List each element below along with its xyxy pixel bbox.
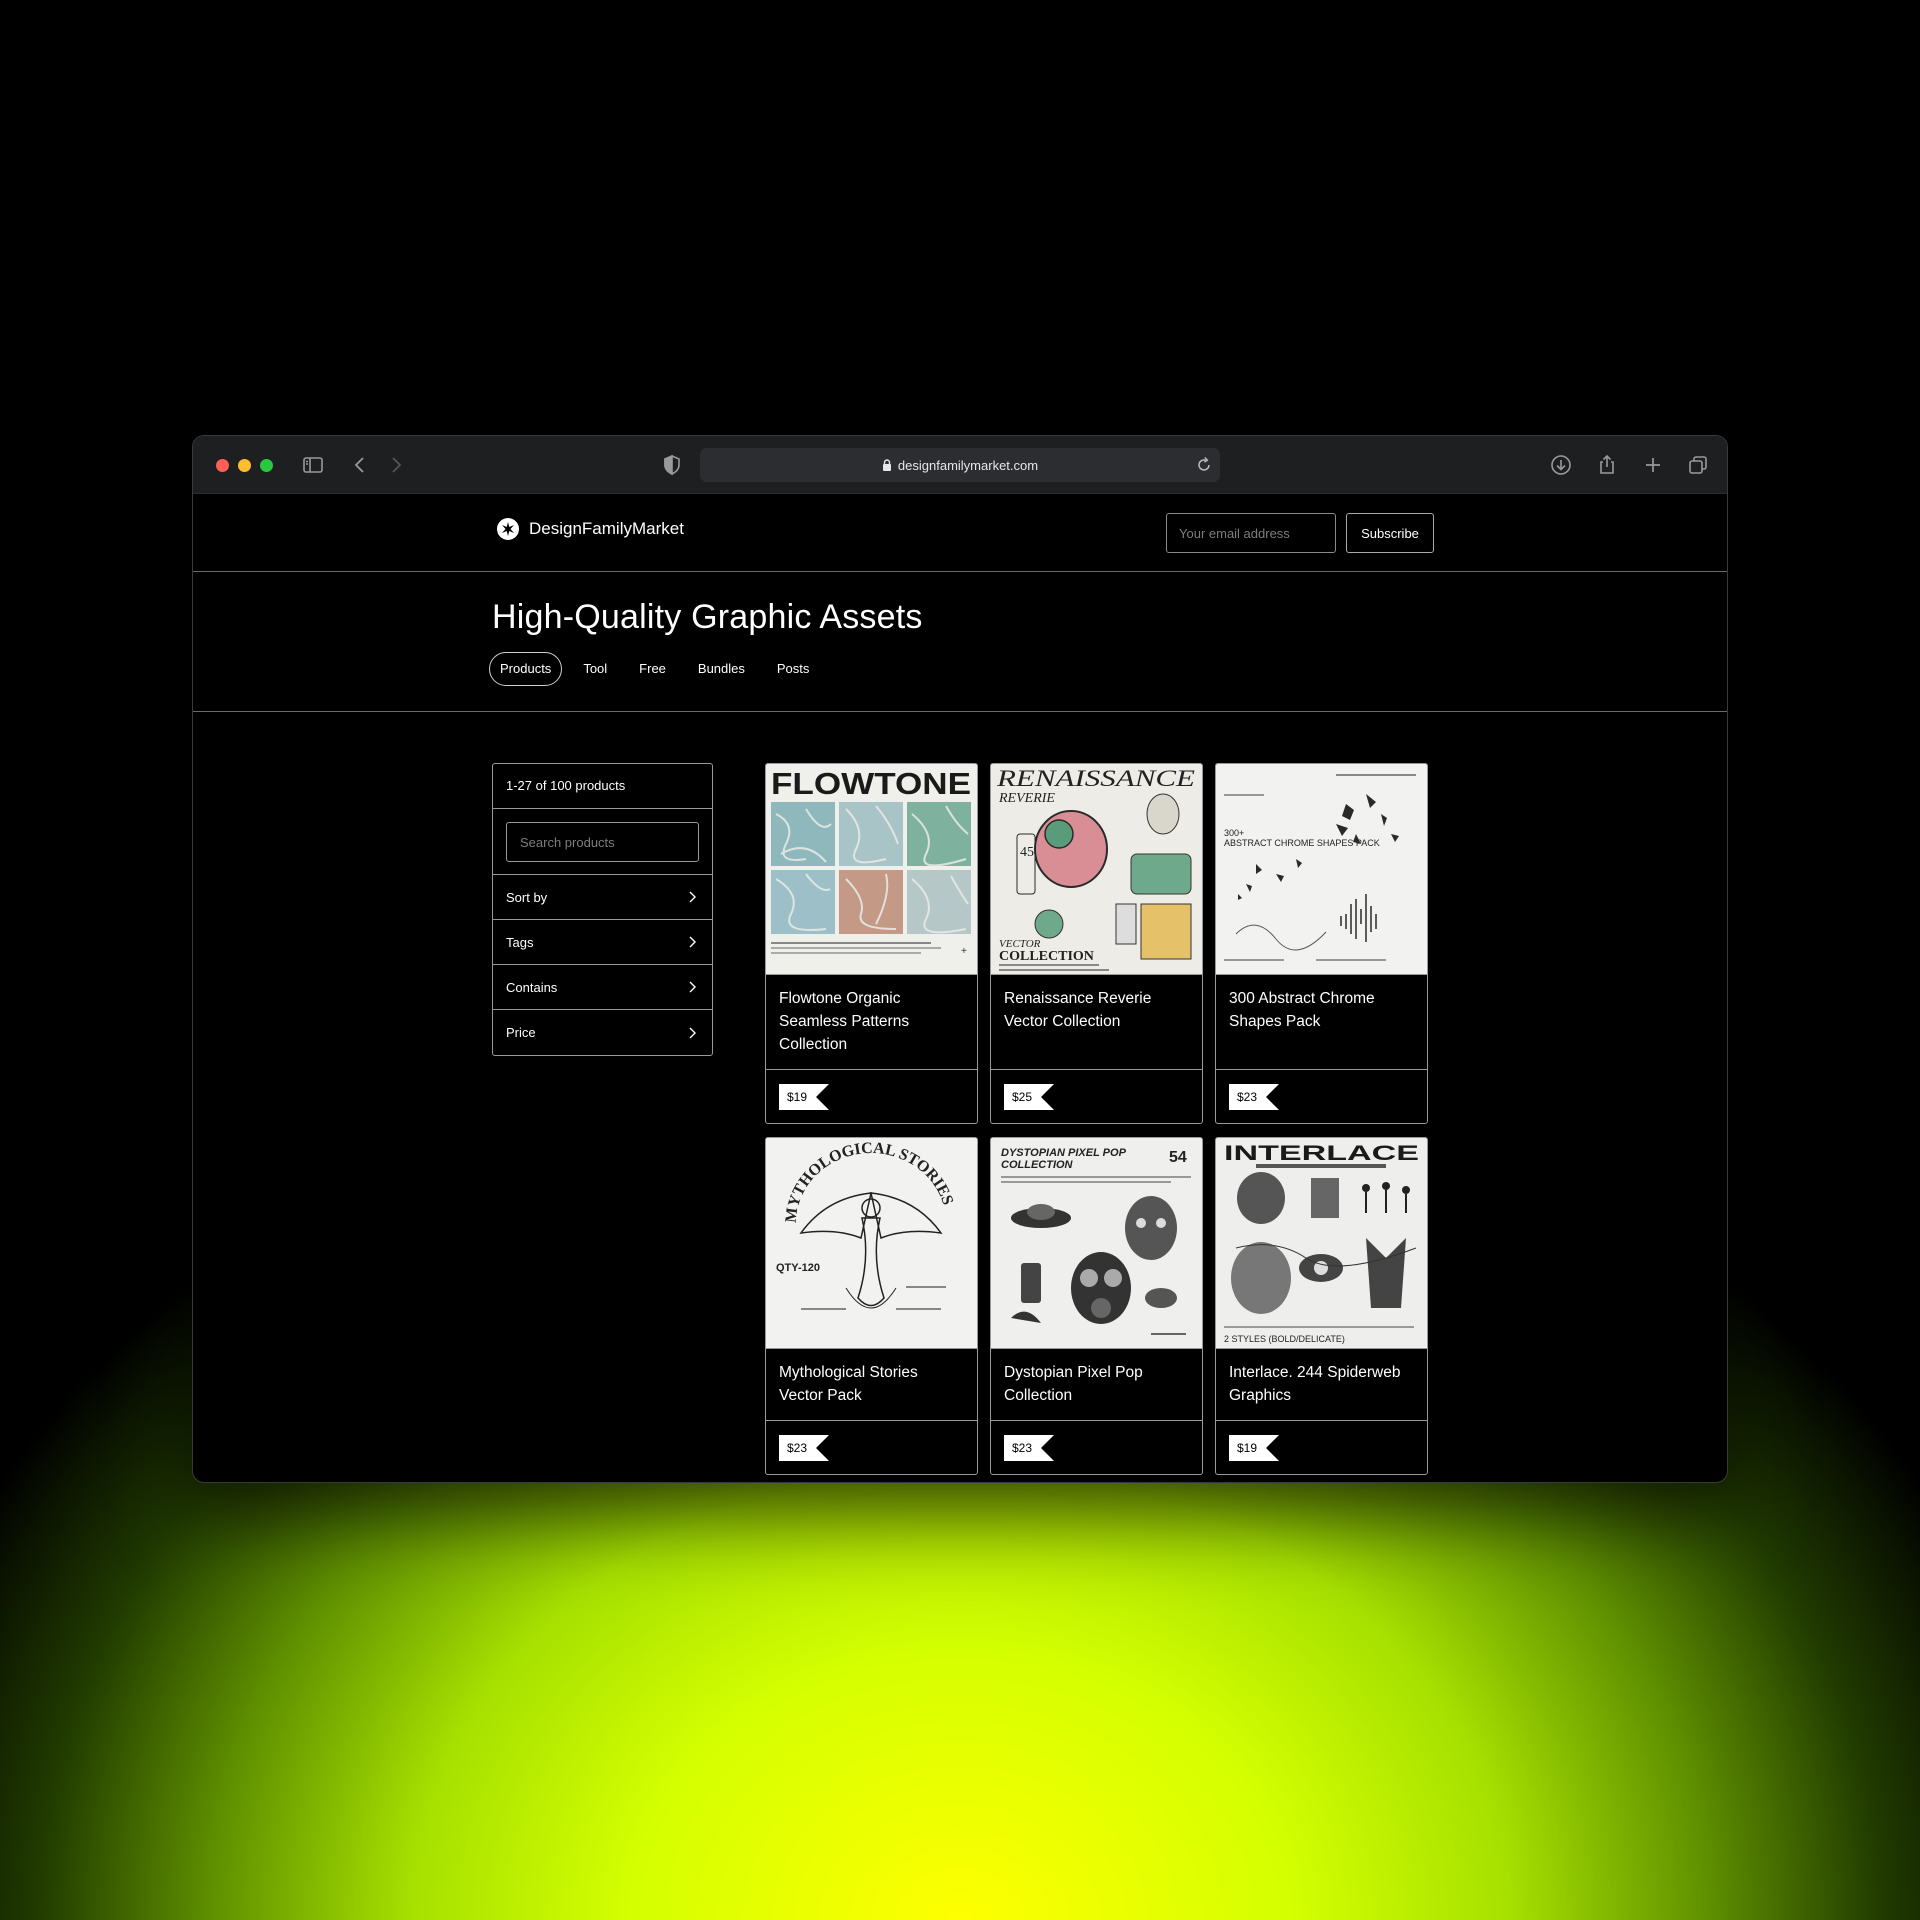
price-badge: $19 (779, 1084, 829, 1110)
hero-section: High-Quality Graphic Assets Products Too… (193, 572, 1727, 712)
svg-text:45: 45 (1020, 845, 1034, 860)
filter-label: Contains (506, 979, 558, 995)
price-row: $19 (1216, 1421, 1427, 1473)
site-header: DesignFamilyMarket Subscribe (193, 494, 1727, 572)
filter-label: Sort by (506, 889, 548, 905)
new-tab-icon[interactable] (1641, 453, 1665, 477)
svg-text:54: 54 (1169, 1149, 1187, 1166)
email-field[interactable] (1166, 513, 1336, 553)
tab-free[interactable]: Free (628, 652, 677, 686)
image-title: RENAISSANCE (996, 766, 1195, 791)
filter-tags[interactable]: Tags (493, 920, 712, 965)
share-icon[interactable] (1595, 453, 1619, 477)
product-title[interactable]: Interlace. 244 Spiderweb Graphics (1216, 1349, 1427, 1421)
price-badge: $23 (1229, 1084, 1279, 1110)
browser-window: designfamilymarket.com DesignFamilyMarke… (192, 435, 1728, 1483)
forward-icon[interactable] (384, 453, 408, 477)
tab-bundles[interactable]: Bundles (687, 652, 756, 686)
address-bar[interactable]: designfamilymarket.com (700, 448, 1220, 482)
product-title[interactable]: Mythological Stories Vector Pack (766, 1349, 977, 1421)
svg-text:+: + (961, 946, 967, 957)
brand-logo-icon (497, 518, 519, 540)
price-badge: $25 (1004, 1084, 1054, 1110)
browser-toolbar: designfamilymarket.com (193, 436, 1727, 494)
price-badge: $23 (1004, 1435, 1054, 1461)
svg-text:2 STYLES (BOLD/DELICATE): 2 STYLES (BOLD/DELICATE) (1224, 1334, 1345, 1344)
url-text: designfamilymarket.com (897, 457, 1039, 473)
product-count: 1-27 of 100 products (493, 764, 712, 809)
tab-overview-icon[interactable] (1686, 453, 1710, 477)
price-row: $23 (991, 1421, 1202, 1473)
image-title: 300+ (1224, 828, 1244, 838)
chevron-right-icon (689, 936, 696, 948)
price-row: $25 (991, 1070, 1202, 1122)
filter-label: Price (506, 1025, 536, 1040)
filter-contains[interactable]: Contains (493, 965, 712, 1010)
price-row: $19 (766, 1070, 977, 1122)
subscribe-button[interactable]: Subscribe (1346, 513, 1434, 553)
chevron-right-icon (689, 981, 696, 993)
image-title: FLOWTONE (771, 766, 971, 801)
category-tabs: Products Tool Free Bundles Posts (489, 652, 830, 686)
chevron-right-icon (689, 1027, 696, 1038)
product-image[interactable]: FLOWTONE + (766, 764, 977, 975)
minimize-window-button[interactable] (238, 459, 251, 472)
back-icon[interactable] (348, 453, 372, 477)
product-card[interactable]: DYSTOPIAN PIXEL POP COLLECTION 54 Dystop… (990, 1137, 1203, 1475)
product-title[interactable]: 300 Abstract Chrome Shapes Pack (1216, 975, 1427, 1070)
chevron-right-icon (689, 891, 696, 903)
product-image[interactable]: INTERLACE 2 STYLES (BOLD/DELICATE) (1216, 1138, 1427, 1349)
product-card[interactable]: INTERLACE 2 STYLES (BOLD/DELICATE) Inter… (1215, 1137, 1428, 1475)
privacy-shield-icon[interactable] (660, 453, 684, 477)
product-image[interactable]: MYTHOLOGICAL STORIES QTY-120 (766, 1138, 977, 1349)
product-image[interactable]: 300+ ABSTRACT CHROME SHAPES PACK (1216, 764, 1427, 975)
brand-link[interactable]: DesignFamilyMarket (497, 518, 684, 540)
price-row: $23 (1216, 1070, 1427, 1122)
sidebar-toggle-icon[interactable] (301, 453, 325, 477)
price-badge: $23 (779, 1435, 829, 1461)
filter-price[interactable]: Price (493, 1010, 712, 1055)
brand-name: DesignFamilyMarket (529, 519, 684, 538)
product-card[interactable]: FLOWTONE + Flowtone Organic Seamless Pat… (765, 763, 978, 1124)
product-title[interactable]: Flowtone Organic Seamless Patterns Colle… (766, 975, 977, 1070)
search-wrapper (493, 809, 712, 875)
price-badge: $19 (1229, 1435, 1279, 1461)
product-title[interactable]: Dystopian Pixel Pop Collection (991, 1349, 1202, 1421)
filter-sidebar: 1-27 of 100 products Sort by Tags Contai… (492, 763, 713, 1056)
tab-posts[interactable]: Posts (766, 652, 821, 686)
maximize-window-button[interactable] (260, 459, 273, 472)
product-card[interactable]: RENAISSANCE REVERIE 45 VECTOR COLLECTION (990, 763, 1203, 1124)
svg-text:REVERIE: REVERIE (998, 791, 1055, 806)
product-image[interactable]: RENAISSANCE REVERIE 45 VECTOR COLLECTION (991, 764, 1202, 975)
svg-text:QTY-120: QTY-120 (776, 1262, 820, 1274)
product-title[interactable]: Renaissance Reverie Vector Collection (991, 975, 1202, 1070)
filter-label: Tags (506, 934, 534, 950)
product-image[interactable]: DYSTOPIAN PIXEL POP COLLECTION 54 (991, 1138, 1202, 1349)
svg-text:COLLECTION: COLLECTION (999, 949, 1094, 964)
product-card[interactable]: 300+ ABSTRACT CHROME SHAPES PACK 300 Abs… (1215, 763, 1428, 1124)
price-row: $23 (766, 1421, 977, 1473)
reload-icon[interactable] (1194, 455, 1214, 475)
downloads-icon[interactable] (1549, 453, 1573, 477)
product-card[interactable]: MYTHOLOGICAL STORIES QTY-120 Mythologica… (765, 1137, 978, 1475)
image-title: DYSTOPIAN PIXEL POP (1001, 1147, 1127, 1159)
tab-tool[interactable]: Tool (572, 652, 618, 686)
svg-text:COLLECTION: COLLECTION (1001, 1159, 1074, 1171)
image-title: INTERLACE (1224, 1142, 1419, 1165)
filter-sort-by[interactable]: Sort by (493, 875, 712, 920)
lock-icon (882, 459, 891, 471)
search-input[interactable] (506, 822, 699, 862)
close-window-button[interactable] (216, 459, 229, 472)
page-title: High-Quality Graphic Assets (492, 598, 923, 636)
tab-products[interactable]: Products (489, 652, 563, 686)
